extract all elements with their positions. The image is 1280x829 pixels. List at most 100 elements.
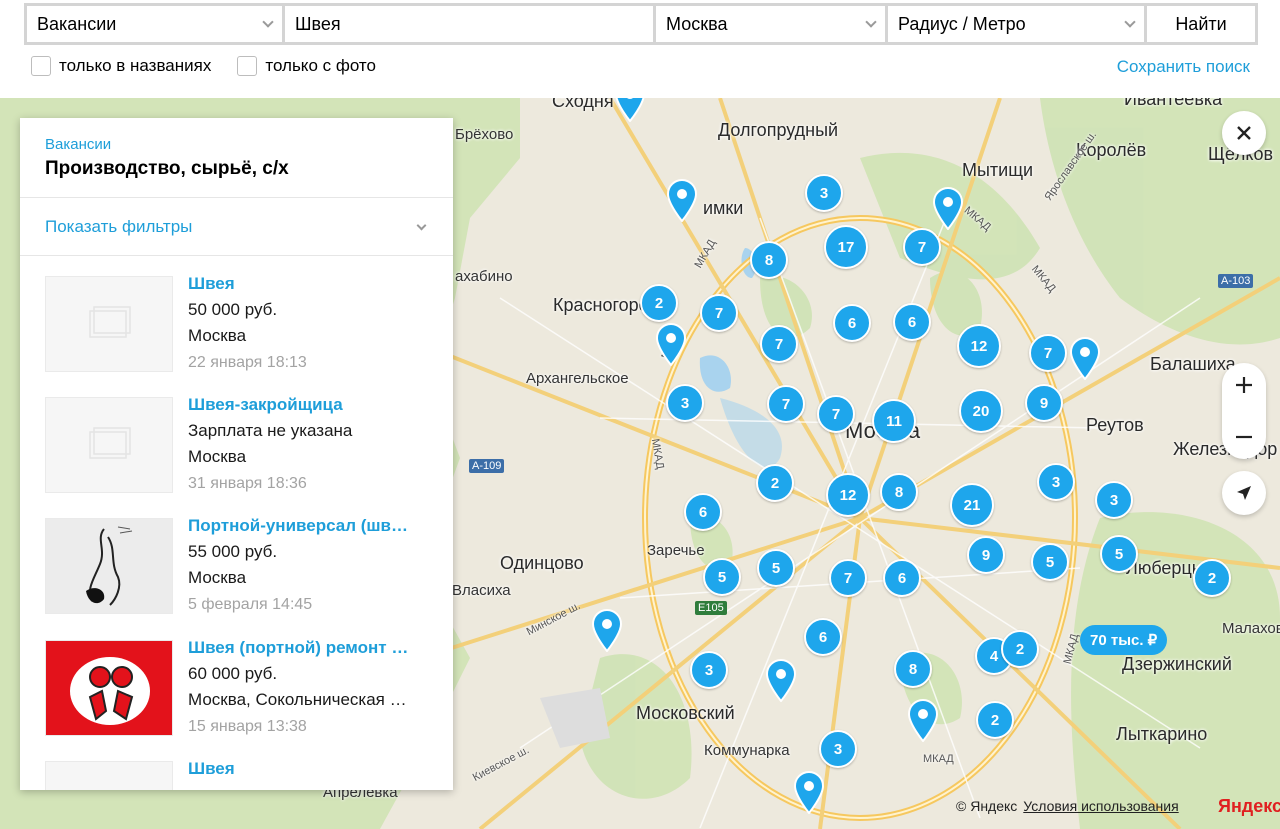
terms-link[interactable]: Условия использования xyxy=(1023,798,1178,814)
vacancy-salary: 55 000 руб. xyxy=(188,542,278,561)
titles-only-label: только в названиях xyxy=(59,56,212,75)
vacancy-cluster[interactable]: 9 xyxy=(967,536,1005,574)
map-pin-icon[interactable] xyxy=(906,698,940,742)
vacancy-cluster[interactable]: 8 xyxy=(880,473,918,511)
vacancy-cluster[interactable]: 7 xyxy=(767,385,805,423)
vacancy-title[interactable]: Портной-универсал (шв… xyxy=(188,516,428,536)
vacancy-cluster[interactable]: 7 xyxy=(1029,334,1067,372)
save-search-link[interactable]: Сохранить поиск xyxy=(1117,57,1250,77)
image-placeholder-icon xyxy=(46,277,172,371)
vacancy-cluster[interactable]: 2 xyxy=(640,284,678,322)
vacancy-cluster[interactable]: 6 xyxy=(833,304,871,342)
vacancy-cluster[interactable]: 7 xyxy=(817,395,855,433)
map-pin-icon[interactable] xyxy=(764,658,798,702)
vacancy-cluster[interactable]: 12 xyxy=(826,473,870,517)
place-kommunarka: Коммунарка xyxy=(704,742,790,759)
vacancy-cluster[interactable]: 3 xyxy=(690,651,728,689)
vacancy-cluster[interactable]: 7 xyxy=(700,294,738,332)
place-malakhovka: Малахов xyxy=(1222,620,1280,637)
vacancy-cluster[interactable]: 7 xyxy=(760,325,798,363)
price-marker[interactable]: 70 тыс. ₽ xyxy=(1080,625,1168,655)
place-khimki: имки xyxy=(703,198,744,218)
map-pin-icon[interactable] xyxy=(931,186,965,230)
vacancy-cluster[interactable]: 8 xyxy=(894,650,932,688)
vacancy-cluster[interactable]: 3 xyxy=(666,384,704,422)
vacancy-cluster[interactable]: 11 xyxy=(872,399,916,443)
vacancy-thumbnail[interactable] xyxy=(45,761,173,790)
vacancy-item[interactable]: Швея (портной) ремонт … 60 000 руб. Моск… xyxy=(20,622,453,736)
with-photo-checkbox[interactable] xyxy=(237,56,258,76)
vacancy-cluster[interactable]: 21 xyxy=(950,483,994,527)
category-select[interactable]: Вакансии xyxy=(27,6,282,42)
find-button[interactable]: Найти xyxy=(1147,6,1255,42)
vacancy-cluster[interactable]: 17 xyxy=(824,225,868,269)
vacancy-location: Москва, Сокольническая … xyxy=(188,690,407,709)
place-nakhabino: ахабино xyxy=(455,268,513,285)
vacancy-cluster[interactable]: 3 xyxy=(1095,481,1133,519)
vacancy-cluster[interactable]: 2 xyxy=(1193,559,1231,597)
place-odintsovo: Одинцово xyxy=(500,553,584,573)
vacancy-cluster[interactable]: 6 xyxy=(883,559,921,597)
breadcrumb[interactable]: Вакансии xyxy=(45,136,428,153)
geolocation-button[interactable] xyxy=(1222,471,1266,515)
place-skhodnya: Сходня xyxy=(552,98,614,111)
vacancy-cluster[interactable]: 6 xyxy=(804,618,842,656)
city-select[interactable]: Москва xyxy=(656,6,885,42)
vacancy-cluster[interactable]: 5 xyxy=(1100,535,1138,573)
copyright-text: © Яндекс xyxy=(956,798,1018,814)
map-pin-icon[interactable] xyxy=(1068,336,1102,380)
zoom-out-button[interactable] xyxy=(1222,415,1266,459)
plus-icon xyxy=(1236,377,1252,393)
search-input[interactable]: Швея xyxy=(285,6,653,42)
map-pin-icon[interactable] xyxy=(613,98,647,122)
vacancy-cluster[interactable]: 7 xyxy=(903,228,941,266)
radius-metro-select[interactable]: Радиус / Метро xyxy=(888,6,1144,42)
vacancy-thumbnail[interactable] xyxy=(45,276,173,372)
chevron-down-icon xyxy=(1124,16,1136,28)
vacancy-cluster[interactable]: 2 xyxy=(756,464,794,502)
vacancy-cluster[interactable]: 6 xyxy=(893,303,931,341)
vacancy-cluster[interactable]: 3 xyxy=(1037,463,1075,501)
vacancy-title[interactable]: Швея xyxy=(188,274,428,294)
vacancy-item[interactable]: Портной-универсал (шв… 55 000 руб. Москв… xyxy=(20,500,453,614)
vacancy-cluster[interactable]: 5 xyxy=(1031,543,1069,581)
show-filters-toggle[interactable]: Показать фильтры xyxy=(20,198,453,256)
vacancy-cluster[interactable]: 9 xyxy=(1025,384,1063,422)
vacancy-cluster[interactable]: 3 xyxy=(805,174,843,212)
map-pin-icon[interactable] xyxy=(792,770,826,814)
vacancy-cluster[interactable]: 7 xyxy=(829,559,867,597)
vacancy-cluster[interactable]: 6 xyxy=(684,493,722,531)
vacancy-item[interactable]: Швея-закройщица Зарплата не указана Моск… xyxy=(20,379,453,493)
vacancy-title[interactable]: Швея-закройщица xyxy=(188,395,428,415)
vacancy-cluster[interactable]: 2 xyxy=(1001,630,1039,668)
map-pin-icon[interactable] xyxy=(654,322,688,366)
city-select-value: Москва xyxy=(666,13,728,34)
vacancy-thumbnail[interactable] xyxy=(45,397,173,493)
vacancy-cluster[interactable]: 20 xyxy=(959,389,1003,433)
vacancy-cluster[interactable]: 5 xyxy=(757,549,795,587)
titles-only-checkbox[interactable] xyxy=(31,56,51,76)
zoom-in-button[interactable] xyxy=(1222,363,1266,407)
vacancy-cluster[interactable]: 5 xyxy=(703,558,741,596)
vacancy-thumbnail[interactable] xyxy=(45,518,173,614)
vacancy-salary: 50 000 руб. xyxy=(188,300,278,319)
close-map-button[interactable] xyxy=(1222,111,1266,155)
map-pin-icon[interactable] xyxy=(590,608,624,652)
vacancy-cluster[interactable]: 12 xyxy=(957,324,1001,368)
vacancy-title[interactable]: Швея xyxy=(188,759,428,779)
vacancy-item[interactable]: Швея 50 000 руб. Москва 22 января 18:13 xyxy=(20,258,453,372)
vacancy-cluster[interactable]: 2 xyxy=(976,701,1014,739)
vacancy-thumbnail[interactable] xyxy=(45,640,173,736)
search-bar: Вакансии Швея Москва Радиус / Метро Найт… xyxy=(24,3,1258,45)
vacancy-salary: 60 000 руб. xyxy=(188,664,278,683)
titles-only-option[interactable]: только в названиях xyxy=(31,56,211,76)
vacancy-cluster[interactable]: 3 xyxy=(819,730,857,768)
search-options: только в названиях только с фото xyxy=(31,56,376,76)
category-select-value: Вакансии xyxy=(37,13,117,34)
show-filters-label: Показать фильтры xyxy=(45,216,193,236)
vacancy-cluster[interactable]: 8 xyxy=(750,241,788,279)
with-photo-option[interactable]: только с фото xyxy=(237,56,376,76)
map-pin-icon[interactable] xyxy=(665,178,699,222)
vacancy-item[interactable]: Швея xyxy=(20,743,453,790)
vacancy-title[interactable]: Швея (портной) ремонт … xyxy=(188,638,428,658)
